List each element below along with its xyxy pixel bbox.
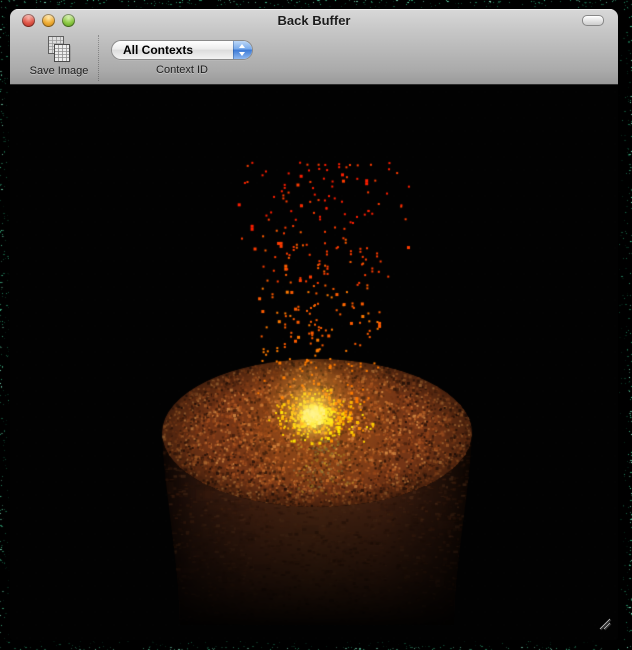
render-content-area — [10, 85, 618, 640]
save-image-button[interactable]: Save Image — [29, 35, 89, 77]
toolbar: Save Image All Contexts Context ID — [10, 31, 618, 84]
toolbar-toggle-pill-button[interactable] — [582, 15, 604, 26]
resize-grip[interactable] — [597, 616, 612, 631]
context-id-label: Context ID — [112, 64, 252, 76]
context-id-popup-value: All Contexts — [123, 43, 193, 57]
window-title: Back Buffer — [10, 13, 618, 28]
title-bar[interactable]: Back Buffer — [10, 9, 618, 31]
save-image-label: Save Image — [29, 65, 89, 77]
save-image-copies-icon — [29, 35, 89, 63]
back-buffer-render-canvas — [10, 85, 618, 640]
window-chrome: Back Buffer Save Image — [10, 9, 618, 85]
back-buffer-window: Back Buffer Save Image — [10, 9, 618, 640]
popup-updown-arrows-icon — [233, 41, 252, 59]
toolbar-separator — [98, 35, 99, 81]
context-id-popup[interactable]: All Contexts — [112, 41, 252, 59]
